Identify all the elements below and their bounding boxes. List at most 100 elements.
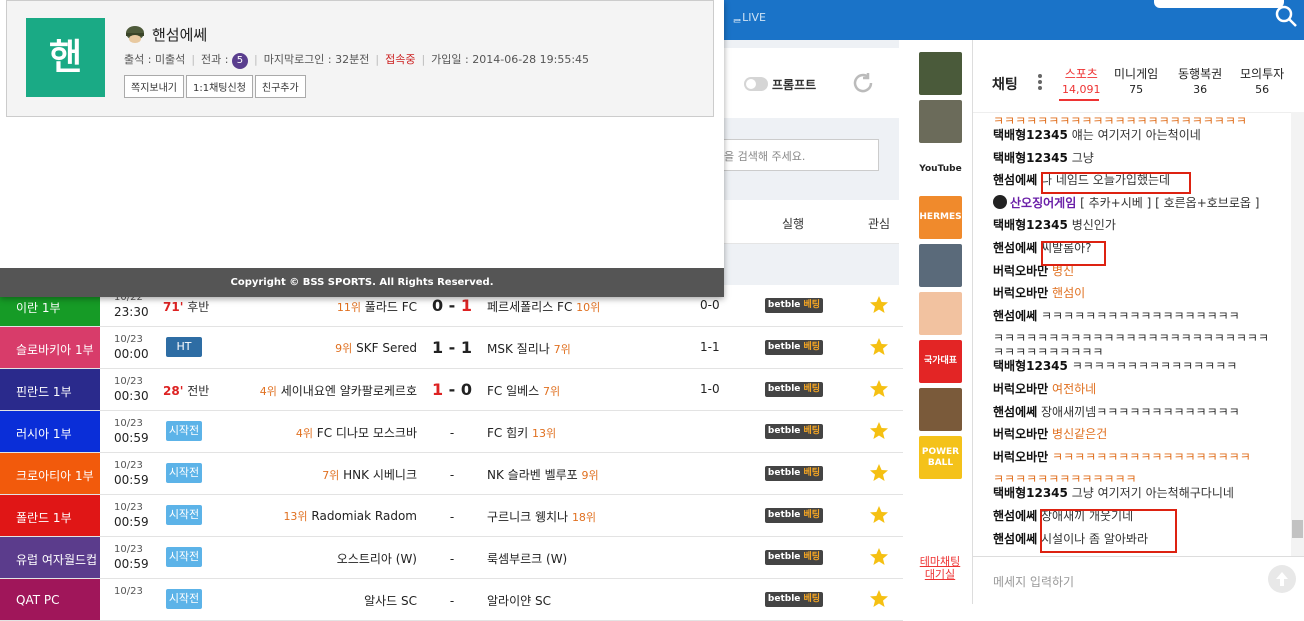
team-search-input[interactable]: 을 검색해 주세요. (724, 139, 879, 171)
chat-username[interactable]: 핸섬에쎄 (993, 309, 1037, 323)
chat-username[interactable]: 핸섬에쎄 (993, 532, 1037, 546)
thumb-man-news[interactable] (919, 244, 962, 287)
chat-username[interactable]: 핸섬에쎄 (993, 241, 1037, 255)
away-team[interactable]: MSK 질리나 7위 (487, 340, 571, 357)
match-date: 10/23 (114, 502, 143, 513)
home-team[interactable]: 4위 세이내요엔 얄카팔로케르호 (260, 382, 417, 399)
thumb-youtube[interactable]: YouTube (919, 148, 962, 191)
chat-input[interactable]: 메세지 입력하기 (993, 573, 1074, 590)
chat-tab[interactable]: 미니게임 75 (1114, 66, 1158, 98)
bet-label: 베팅 (803, 552, 821, 562)
send-button[interactable] (1268, 565, 1296, 593)
chat-username[interactable]: 버럭오바만 (993, 427, 1048, 441)
away-team[interactable]: 구르니크 웽치나 18위 (487, 508, 596, 525)
theme-chat-waiting-room-link[interactable]: 테마채팅 대기실 (919, 555, 961, 581)
favorite-star-icon[interactable] (869, 295, 889, 315)
search-icon[interactable] (1274, 4, 1298, 28)
favorite-star-icon[interactable] (869, 379, 889, 399)
prompt-toggle[interactable] (744, 77, 768, 91)
league-label[interactable]: 슬로바키아 1부 (0, 327, 100, 368)
chat-username[interactable]: 택배형12345 (993, 151, 1068, 165)
favorite-star-icon[interactable] (869, 589, 889, 609)
bet-button[interactable]: betble 베팅 (765, 550, 823, 565)
bet-button[interactable]: betble 베팅 (765, 340, 823, 355)
chat-username[interactable]: 버럭오바만 (993, 264, 1048, 278)
private-chat-button[interactable]: 1:1채팅신청 (186, 75, 253, 98)
bet-button[interactable]: betble 베팅 (765, 466, 823, 481)
league-label[interactable]: 핀란드 1부 (0, 369, 100, 410)
favorite-star-icon[interactable] (869, 547, 889, 567)
league-label[interactable]: 러시아 1부 (0, 411, 100, 452)
refresh-icon[interactable] (851, 71, 875, 95)
away-team[interactable]: 페르세폴리스 FC 10위 (487, 298, 600, 315)
match-row[interactable]: 폴란드 1부 10/23 00:59 시작전 13위 Radomiak Radom… (0, 495, 903, 537)
bet-button[interactable]: betble 베팅 (765, 382, 823, 397)
bet-button[interactable]: betble 베팅 (765, 592, 823, 607)
match-row[interactable]: QAT PC 10/23 시작전 알사드 SC - 알라이얀 SC betble… (0, 579, 903, 621)
away-team[interactable]: 알라이얀 SC (487, 592, 551, 609)
home-team[interactable]: 9위 SKF Sered (335, 340, 417, 356)
search-placeholder: 을 검색해 주세요. (724, 150, 806, 163)
home-team[interactable]: 7위 HNK 시베니크 (322, 466, 417, 483)
away-team-name: 페르세폴리스 FC (487, 300, 573, 314)
league-label[interactable]: 크로아티아 1부 (0, 453, 100, 494)
away-team[interactable]: FC 힘키 13위 (487, 424, 556, 441)
match-row[interactable]: 크로아티아 1부 10/23 00:59 시작전 7위 HNK 시베니크 - NK… (0, 453, 903, 495)
thumb-hermes[interactable]: HERMES (919, 196, 962, 239)
match-row[interactable]: 유럽 여자월드컵 10/23 00:59 시작전 오스트리아 (W) - 룩셈부르… (0, 537, 903, 579)
chat-username[interactable]: 택배형12345 (993, 128, 1068, 142)
thumb-child-portrait[interactable] (919, 388, 962, 431)
chat-username[interactable]: 버럭오바만 (993, 450, 1048, 464)
more-vertical-icon[interactable] (1035, 72, 1045, 92)
away-team[interactable]: FC 일베스 7위 (487, 382, 560, 399)
chat-tab[interactable]: 모의투자 56 (1240, 66, 1284, 98)
chat-tab[interactable]: 스포츠 14,091 (1062, 66, 1101, 98)
chat-username[interactable]: 핸섬에쎄 (993, 405, 1037, 419)
league-label[interactable]: 폴란드 1부 (0, 495, 100, 536)
chat-username[interactable]: 핸섬에쎄 (993, 509, 1037, 523)
topic-label-2: 대기실 (924, 568, 956, 581)
favorite-star-icon[interactable] (869, 505, 889, 525)
away-team[interactable]: NK 슬라벤 벨루포 9위 (487, 466, 599, 483)
thumb-man-portrait[interactable] (919, 100, 962, 143)
match-row[interactable]: 러시아 1부 10/23 00:59 시작전 4위 FC 디나모 모스크바 - F… (0, 411, 903, 453)
chat-scrollbar-thumb[interactable] (1292, 520, 1303, 538)
thumb-cartoon-face[interactable] (919, 292, 962, 335)
home-team[interactable]: 11위 풀라드 FC (337, 298, 417, 315)
home-score: 1 (431, 338, 444, 357)
chat-username[interactable]: 핸섬에쎄 (993, 173, 1037, 187)
profile-actions: 쪽지보내기 1:1채팅신청 친구추가 (124, 75, 308, 98)
thumb-powerball[interactable]: POWER BALL (919, 436, 962, 479)
home-team[interactable]: 13위 Radomiak Radom (283, 508, 417, 524)
bet-button[interactable]: betble 베팅 (765, 424, 823, 439)
thumb-korea-rep[interactable]: 국가대표 (919, 340, 962, 383)
status-badge: 시작전 (166, 589, 202, 609)
favorite-star-icon[interactable] (869, 421, 889, 441)
chat-username[interactable]: 버럭오바만 (993, 382, 1048, 396)
chat-username[interactable]: 택배형12345 (993, 486, 1068, 500)
chat-scrollbar[interactable] (1291, 112, 1304, 556)
add-friend-button[interactable]: 친구추가 (254, 75, 306, 98)
away-team[interactable]: 룩셈부르크 (W) (487, 550, 567, 567)
send-message-button[interactable]: 쪽지보내기 (124, 75, 184, 98)
chat-username[interactable]: 택배형12345 (993, 218, 1068, 232)
chat-tab[interactable]: 동행복권 36 (1178, 66, 1222, 98)
league-label[interactable]: 유럽 여자월드컵 (0, 537, 100, 578)
match-row[interactable]: 핀란드 1부 10/23 00:30 28' 전반 4위 세이내요엔 얄카팔로케르… (0, 369, 903, 411)
score-dash: - (449, 510, 455, 524)
chat-username[interactable]: 택배형12345 (993, 359, 1068, 373)
chat-username[interactable]: 산오징어게임 (1010, 196, 1076, 210)
bet-button[interactable]: betble 베팅 (765, 508, 823, 523)
popup-footer: Copyright © BSS SPORTS. All Rights Reser… (0, 268, 724, 297)
thumb-joker[interactable] (919, 52, 962, 95)
home-team[interactable]: 오스트리아 (W) (337, 550, 417, 567)
live-label[interactable]: ᆯLIVE (732, 9, 766, 25)
favorite-star-icon[interactable] (869, 463, 889, 483)
home-team[interactable]: 알사드 SC (364, 592, 417, 609)
chat-username[interactable]: 버럭오바만 (993, 286, 1048, 300)
bet-button[interactable]: betble 베팅 (765, 298, 823, 313)
favorite-star-icon[interactable] (869, 337, 889, 357)
league-label[interactable]: QAT PC (0, 579, 100, 620)
home-team[interactable]: 4위 FC 디나모 모스크바 (296, 424, 417, 441)
match-row[interactable]: 슬로바키아 1부 10/23 00:00 HT 9위 SKF Sered 1 - … (0, 327, 903, 369)
